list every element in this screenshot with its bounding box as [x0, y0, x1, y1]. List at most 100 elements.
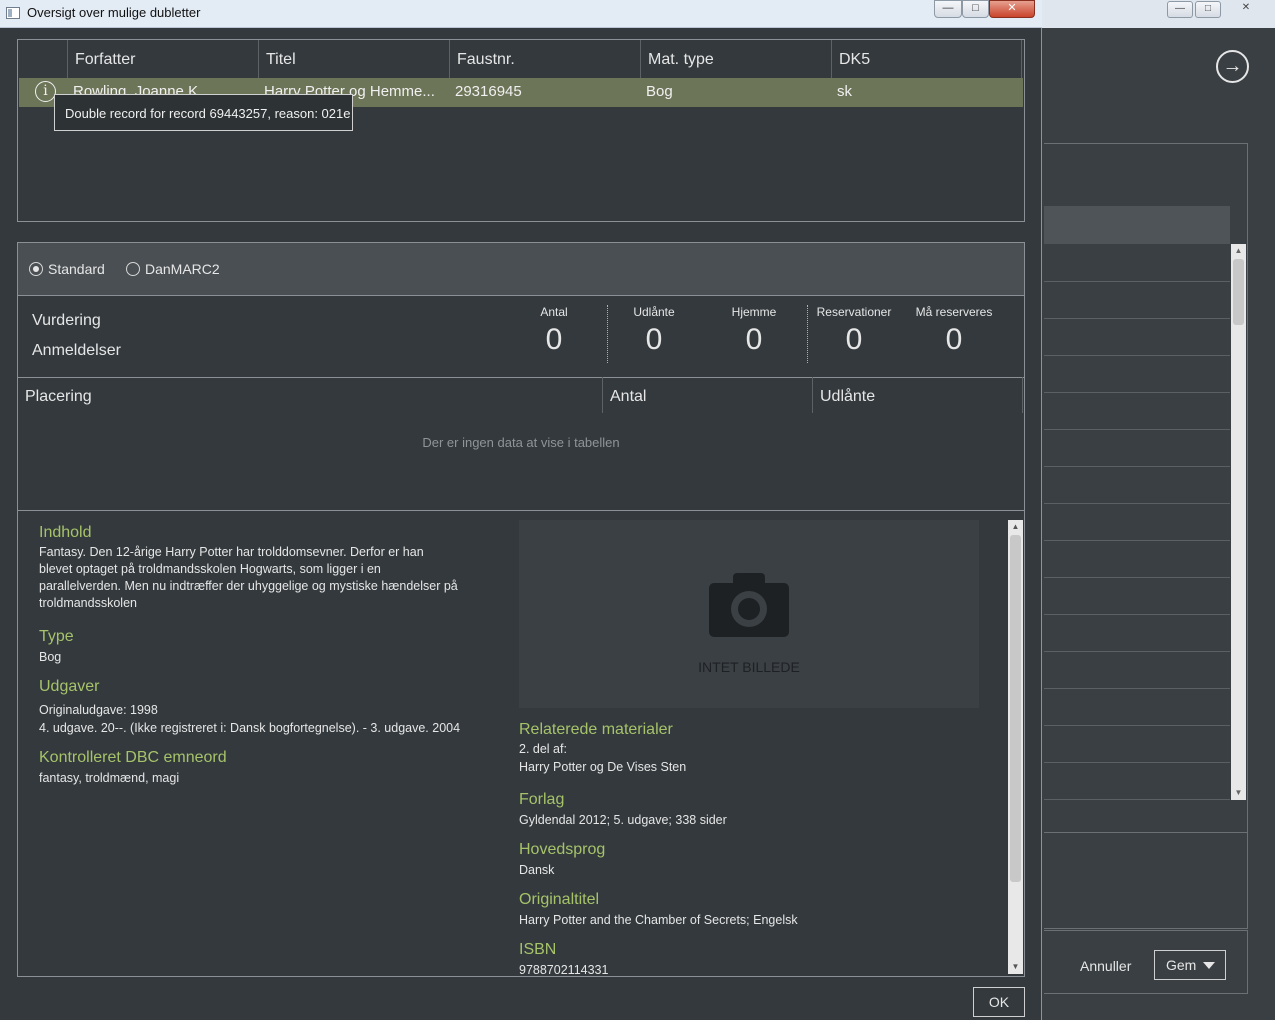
forward-arrow-icon[interactable]: → [1216, 50, 1249, 83]
minimize-button[interactable]: — [934, 0, 962, 18]
radio-unselected-icon [126, 262, 140, 276]
stats-panel: Vurdering Anmeldelser Antal 0 Udlånte 0 … [17, 295, 1025, 378]
radio-danmarc2[interactable]: DanMARC2 [126, 261, 220, 277]
bg-close-button[interactable]: ✕ [1233, 1, 1259, 18]
scroll-down-icon[interactable]: ▼ [1008, 960, 1023, 974]
relaterede-heading: Relaterede materialer [519, 721, 673, 738]
stat-antal: Antal 0 [504, 305, 604, 357]
col-antal[interactable]: Antal [603, 377, 813, 413]
indhold-heading: Indhold [39, 524, 92, 541]
list-divider [1044, 503, 1230, 504]
stat-label: Reservationer [816, 305, 892, 319]
hovedsprog-text: Dansk [519, 863, 555, 877]
stat-maa-reserveres: Må reserveres 0 [904, 305, 1004, 357]
grid-header-icon-col [18, 40, 68, 78]
grid-header-dk5[interactable]: DK5 [832, 40, 1022, 78]
type-heading: Type [39, 628, 74, 645]
list-divider [1044, 614, 1230, 615]
maximize-button[interactable]: □ [962, 0, 989, 18]
reviews-label[interactable]: Anmeldelser [32, 342, 121, 360]
list-divider [1044, 725, 1230, 726]
list-divider [1044, 540, 1230, 541]
list-divider [1044, 281, 1230, 282]
radio-standard[interactable]: Standard [29, 261, 105, 277]
dialog-titlebar: Oversigt over mulige dubletter — □ ✕ [0, 0, 1042, 28]
udgaver-line: 4. udgave. 20--. (Ikke registreret i: Da… [39, 721, 461, 735]
background-footer: Annuller Gem [1044, 930, 1248, 994]
forlag-text: Gyldendal 2012; 5. udgave; 338 sider [519, 813, 727, 827]
info-icon[interactable]: i [35, 81, 56, 102]
chevron-down-icon [1203, 962, 1215, 969]
list-divider [1044, 651, 1230, 652]
emneord-text: fantasy, troldmænd, magi [39, 771, 180, 785]
cell-dk5: sk [837, 83, 852, 100]
bg-maximize-button[interactable]: □ [1195, 1, 1221, 18]
list-divider [1044, 318, 1230, 319]
background-list-header [1044, 206, 1230, 244]
radio-standard-label: Standard [48, 261, 105, 277]
details-panel: Indhold Fantasy. Den 12-årige Harry Pott… [17, 510, 1025, 977]
col-udlaante[interactable]: Udlånte [813, 377, 1023, 413]
camera-icon [709, 573, 789, 637]
bg-minimize-button[interactable]: — [1167, 1, 1193, 18]
duplicate-tooltip: Double record for record 69443257, reaso… [54, 94, 353, 131]
list-divider [1044, 688, 1230, 689]
stat-label: Udlånte [633, 305, 675, 319]
list-divider [1044, 392, 1230, 393]
stat-label: Antal [540, 305, 568, 319]
no-image-label: INTET BILLEDE [698, 659, 800, 675]
grid-header-mat-type[interactable]: Mat. type [641, 40, 832, 78]
details-scrollbar[interactable]: ▲ ▼ [1008, 520, 1023, 974]
radio-selected-icon [29, 262, 43, 276]
view-mode-bar: Standard DanMARC2 [17, 242, 1025, 296]
background-scrollbar[interactable]: ▲ ▼ [1231, 244, 1246, 800]
list-divider [1044, 762, 1230, 763]
radio-danmarc2-label: DanMARC2 [145, 261, 220, 277]
cell-faust: 29316945 [455, 83, 522, 100]
rating-label[interactable]: Vurdering [32, 312, 101, 330]
list-divider [1044, 429, 1230, 430]
scroll-down-icon[interactable]: ▼ [1231, 786, 1246, 800]
hovedsprog-heading: Hovedsprog [519, 841, 606, 858]
type-text: Bog [39, 650, 62, 664]
list-divider [1044, 355, 1230, 356]
originaltitel-text: Harry Potter and the Chamber of Secrets;… [519, 913, 798, 927]
stat-reservationer: Reservationer 0 [804, 305, 904, 357]
list-divider [1044, 577, 1230, 578]
grid-header-faust[interactable]: Faustnr. [450, 40, 641, 78]
background-panel [1044, 832, 1248, 929]
stat-label: Må reserveres [915, 305, 993, 319]
stat-value: 0 [545, 323, 563, 356]
scrollbar-thumb[interactable] [1010, 535, 1021, 882]
close-button[interactable]: ✕ [989, 0, 1035, 18]
isbn-text: 9788702114331 [519, 963, 609, 977]
list-divider [1044, 466, 1230, 467]
indhold-text: Fantasy. Den 12-årige Harry Potter har t… [39, 545, 458, 610]
ok-button[interactable]: OK [973, 987, 1025, 1017]
emneord-heading: Kontrolleret DBC emneord [39, 749, 227, 766]
grid-header-author[interactable]: Forfatter [68, 40, 259, 78]
forlag-heading: Forlag [519, 791, 565, 808]
stat-label: Hjemme [731, 305, 777, 319]
stat-hjemme: Hjemme 0 [704, 305, 804, 357]
originaltitel-heading: Originaltitel [519, 891, 600, 908]
save-dropdown-button[interactable]: Gem [1154, 950, 1226, 980]
isbn-heading: ISBN [519, 941, 557, 958]
scroll-up-icon[interactable]: ▲ [1008, 520, 1023, 534]
background-titlebar: — □ ✕ [1040, 0, 1275, 28]
stat-udlaante: Udlånte 0 [604, 305, 704, 357]
cell-mat-type: Bog [646, 83, 673, 100]
image-placeholder: INTET BILLEDE [519, 520, 979, 708]
relaterede-line: Harry Potter og De Vises Sten [519, 760, 687, 774]
empty-table-message: Der er ingen data at vise i tabellen [422, 435, 620, 450]
relaterede-line: 2. del af: [519, 742, 567, 756]
col-placering[interactable]: Placering [18, 377, 603, 413]
cancel-button[interactable]: Annuller [1080, 958, 1131, 974]
scrollbar-thumb[interactable] [1233, 259, 1244, 325]
stat-value: 0 [845, 323, 863, 356]
grid-header-title[interactable]: Titel [259, 40, 450, 78]
scroll-up-icon[interactable]: ▲ [1231, 244, 1246, 258]
duplicates-dialog: Oversigt over mulige dubletter — □ ✕ For… [0, 0, 1042, 1020]
placement-table: Placering Antal Udlånte Der er ingen dat… [17, 377, 1025, 511]
stat-value: 0 [745, 323, 763, 356]
